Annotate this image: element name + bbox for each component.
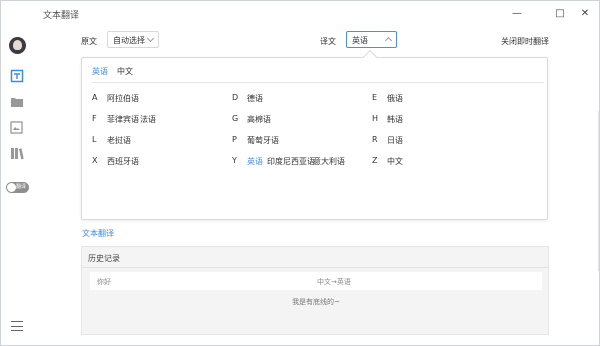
app-window: 文本翻译 — □ ✕ 翻译 原文 自动选择 译文 英语 关闭即时翻译 英语 中文 (0, 0, 600, 346)
language-japanese[interactable]: 日语 (387, 135, 403, 146)
instant-translate-toggle[interactable]: 关闭即时翻译 (501, 36, 549, 47)
letter-d: D (232, 93, 239, 102)
language-german[interactable]: 德语 (247, 93, 263, 104)
chevron-down-icon (146, 34, 155, 43)
language-lao[interactable]: 老挝语 (107, 135, 131, 146)
folder-icon[interactable] (9, 94, 24, 109)
language-french[interactable]: 法语 (140, 114, 156, 125)
history-title: 历史记录 (88, 254, 120, 263)
letter-r: R (372, 135, 378, 144)
letter-f: F (92, 114, 97, 123)
window-title: 文本翻译 (43, 11, 80, 21)
language-arabic[interactable]: 阿拉伯语 (107, 93, 139, 104)
language-korean[interactable]: 韩语 (387, 114, 403, 125)
books-icon[interactable] (9, 146, 24, 161)
language-spanish[interactable]: 西班牙语 (107, 156, 139, 167)
history-row[interactable]: 你好 中文→英语 (90, 272, 542, 290)
language-indonesian[interactable]: 印度尼西亚语 (267, 156, 315, 167)
image-icon[interactable] (9, 120, 24, 135)
language-italian[interactable]: 意大利语 (313, 156, 345, 167)
title-bar: 文本翻译 — □ ✕ (1, 1, 599, 25)
text-translate-link[interactable]: 文本翻译 (82, 228, 114, 239)
letter-x: X (92, 156, 98, 165)
menu-icon[interactable] (11, 321, 23, 331)
letter-a: A (92, 93, 98, 102)
language-picker: 英语 中文 A 阿拉伯语 D 德语 E 俄语 F 菲律宾语 法语 G 高棉语 H… (81, 49, 548, 220)
chevron-up-icon (384, 36, 393, 45)
source-language-select[interactable]: 自动选择 (107, 31, 159, 48)
history-panel: 历史记录 你好 中文→英语 我是有底线的~ (81, 246, 549, 335)
letter-p: P (232, 135, 237, 144)
scrollbar-track[interactable] (598, 111, 599, 271)
close-button[interactable]: ✕ (576, 5, 594, 21)
history-source-text: 你好 (97, 278, 111, 286)
sidebar: 翻译 (1, 25, 32, 345)
target-label: 译文 (320, 37, 336, 46)
translate-toggle-label: 翻译 (15, 184, 26, 190)
maximize-button[interactable]: □ (551, 5, 569, 21)
letter-e: E (372, 93, 378, 102)
language-khmer[interactable]: 高棉语 (247, 114, 271, 125)
letter-h: H (372, 114, 379, 123)
target-language-value: 英语 (352, 36, 368, 45)
letter-y: Y (232, 156, 237, 165)
history-divider (82, 267, 548, 268)
language-portuguese[interactable]: 葡萄牙语 (247, 135, 279, 146)
minimize-button[interactable]: — (508, 5, 526, 21)
language-english[interactable]: 英语 (247, 156, 263, 167)
history-end-text: 我是有底线的~ (292, 298, 340, 306)
letter-z: Z (372, 156, 378, 165)
avatar[interactable] (9, 37, 26, 54)
translate-icon[interactable] (9, 68, 24, 83)
target-language-select[interactable]: 英语 (346, 31, 397, 48)
translate-toggle[interactable]: 翻译 (6, 182, 29, 193)
language-chinese[interactable]: 中文 (387, 156, 403, 167)
language-filipino[interactable]: 菲律宾语 (107, 114, 139, 125)
source-label: 原文 (81, 37, 97, 46)
letter-l: L (92, 135, 97, 144)
history-direction: 中文→英语 (317, 278, 351, 286)
language-russian[interactable]: 俄语 (387, 93, 403, 104)
source-language-value: 自动选择 (113, 36, 145, 45)
letter-g: G (232, 114, 239, 123)
language-list: A 阿拉伯语 D 德语 E 俄语 F 菲律宾语 法语 G 高棉语 H 韩语 L … (82, 58, 547, 218)
